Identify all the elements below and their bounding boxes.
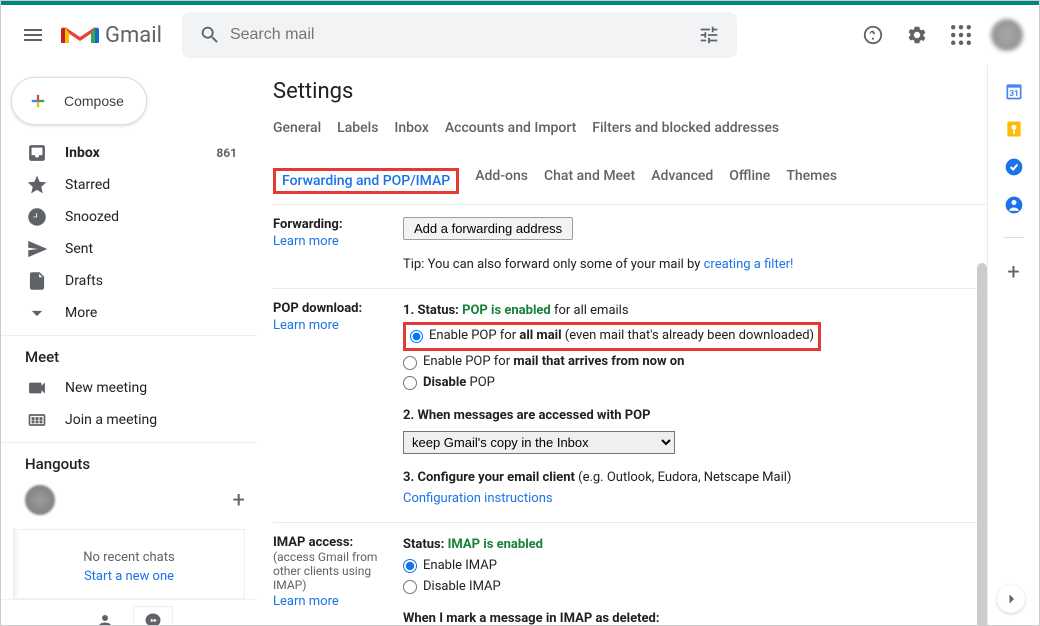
main-menu-button[interactable] [9, 11, 57, 59]
hangouts-contacts-icon[interactable] [85, 606, 125, 625]
google-apps-icon[interactable] [941, 15, 981, 55]
join-meeting-button[interactable]: Join a meeting [1, 404, 249, 436]
configuration-instructions-link[interactable]: Configuration instructions [403, 489, 987, 510]
highlight-forwarding-tab: Forwarding and POP/IMAP [273, 168, 459, 194]
pop-when-select[interactable]: keep Gmail's copy in the Inbox [403, 431, 675, 454]
settings-tabs: General Labels Inbox Accounts and Import… [273, 114, 987, 205]
new-meeting-button[interactable]: New meeting [1, 372, 249, 404]
no-chats-text: No recent chats [14, 550, 244, 565]
forwarding-section: Forwarding: Learn more Add a forwarding … [273, 205, 987, 289]
imap-deleted-label: When I mark a message in IMAP as deleted… [403, 611, 660, 625]
imap-disable-radio[interactable] [403, 580, 417, 594]
tab-inbox[interactable]: Inbox [394, 120, 428, 136]
search-input[interactable] [230, 26, 689, 44]
imap-section: IMAP access: (access Gmail from other cl… [273, 523, 987, 625]
tab-themes[interactable]: Themes [786, 168, 837, 194]
tab-general[interactable]: General [273, 120, 321, 136]
sidebar-item-snoozed[interactable]: Snoozed [1, 201, 249, 233]
meet-header: Meet [1, 336, 257, 372]
sidebar-item-more[interactable]: More [1, 297, 249, 329]
forwarding-learn-more[interactable]: Learn more [273, 234, 339, 249]
pop-when-label: 2. When messages are accessed with POP [403, 408, 651, 423]
tasks-icon[interactable] [1004, 157, 1024, 177]
search-icon[interactable] [190, 15, 230, 55]
pop-all-mail-radio[interactable] [410, 330, 423, 343]
contacts-icon[interactable] [1004, 195, 1024, 215]
pop-status: 1. Status: POP is enabled for all emails [403, 301, 987, 322]
settings-title: Settings [273, 79, 987, 104]
sidebar-item-sent[interactable]: Sent [1, 233, 249, 265]
logo-text: Gmail [105, 23, 162, 48]
keep-icon[interactable] [1004, 119, 1024, 139]
tab-accounts[interactable]: Accounts and Import [445, 120, 576, 136]
imap-label: IMAP access: [273, 535, 403, 550]
chat-panel: No recent chats Start a new one [13, 529, 245, 599]
forwarding-label: Forwarding: [273, 217, 403, 232]
search-options-icon[interactable] [689, 15, 729, 55]
hangouts-header: Hangouts [1, 443, 257, 479]
pop-label: POP download: [273, 301, 403, 316]
tab-offline[interactable]: Offline [729, 168, 770, 194]
hangouts-chat-icon[interactable] [133, 606, 173, 625]
tab-labels[interactable]: Labels [337, 120, 378, 136]
imap-learn-more[interactable]: Learn more [273, 594, 339, 609]
settings-gear-icon[interactable] [897, 15, 937, 55]
pop-section: POP download: Learn more 1. Status: POP … [273, 289, 987, 523]
header: Gmail [1, 5, 1039, 65]
tab-filters[interactable]: Filters and blocked addresses [592, 120, 779, 136]
svg-text:31: 31 [1009, 89, 1019, 99]
tab-forwarding[interactable]: Forwarding and POP/IMAP [282, 173, 450, 189]
hangouts-avatar [25, 485, 55, 515]
side-panel: 31 + [987, 65, 1039, 625]
sidebar-item-inbox[interactable]: Inbox 861 [1, 137, 249, 169]
highlight-pop-all-mail: Enable POP for all mail (even mail that'… [403, 322, 821, 351]
imap-sub: (access Gmail from other clients using I… [273, 550, 403, 592]
rail-divider [1004, 237, 1024, 238]
hangouts-profile-row[interactable]: + [1, 479, 257, 521]
gmail-logo[interactable]: Gmail [61, 21, 162, 49]
hangouts-new-icon[interactable]: + [233, 488, 245, 513]
hide-side-panel-button[interactable] [997, 585, 1025, 613]
pop-disable-radio[interactable] [403, 376, 417, 390]
start-new-chat-link[interactable]: Start a new one [14, 569, 244, 584]
pop-from-now-radio[interactable] [403, 356, 417, 370]
compose-label: Compose [64, 93, 124, 109]
add-forwarding-address-button[interactable]: Add a forwarding address [403, 217, 573, 240]
calendar-icon[interactable]: 31 [1004, 81, 1024, 101]
imap-status: Status: IMAP is enabled [403, 535, 987, 556]
create-filter-link[interactable]: creating a filter! [704, 257, 794, 272]
pop-learn-more[interactable]: Learn more [273, 318, 339, 333]
get-addons-icon[interactable]: + [1007, 260, 1019, 285]
forwarding-tip: Tip: You can also forward only some of y… [403, 255, 987, 276]
compose-button[interactable]: Compose [11, 77, 147, 125]
scrollbar[interactable] [977, 263, 987, 625]
sidebar: Compose Inbox 861 Starred Snoozed Sent D… [1, 65, 257, 625]
sidebar-item-starred[interactable]: Starred [1, 169, 249, 201]
support-icon[interactable] [853, 15, 893, 55]
tab-addons[interactable]: Add-ons [475, 168, 528, 194]
tab-advanced[interactable]: Advanced [651, 168, 713, 194]
main-content: Settings General Labels Inbox Accounts a… [257, 65, 987, 625]
tab-chat[interactable]: Chat and Meet [544, 168, 635, 194]
search-box[interactable] [182, 12, 737, 58]
sidebar-item-drafts[interactable]: Drafts [1, 265, 249, 297]
pop-configure: 3. Configure your email client (e.g. Out… [403, 468, 987, 489]
imap-enable-radio[interactable] [403, 559, 417, 573]
account-avatar[interactable] [991, 19, 1023, 51]
